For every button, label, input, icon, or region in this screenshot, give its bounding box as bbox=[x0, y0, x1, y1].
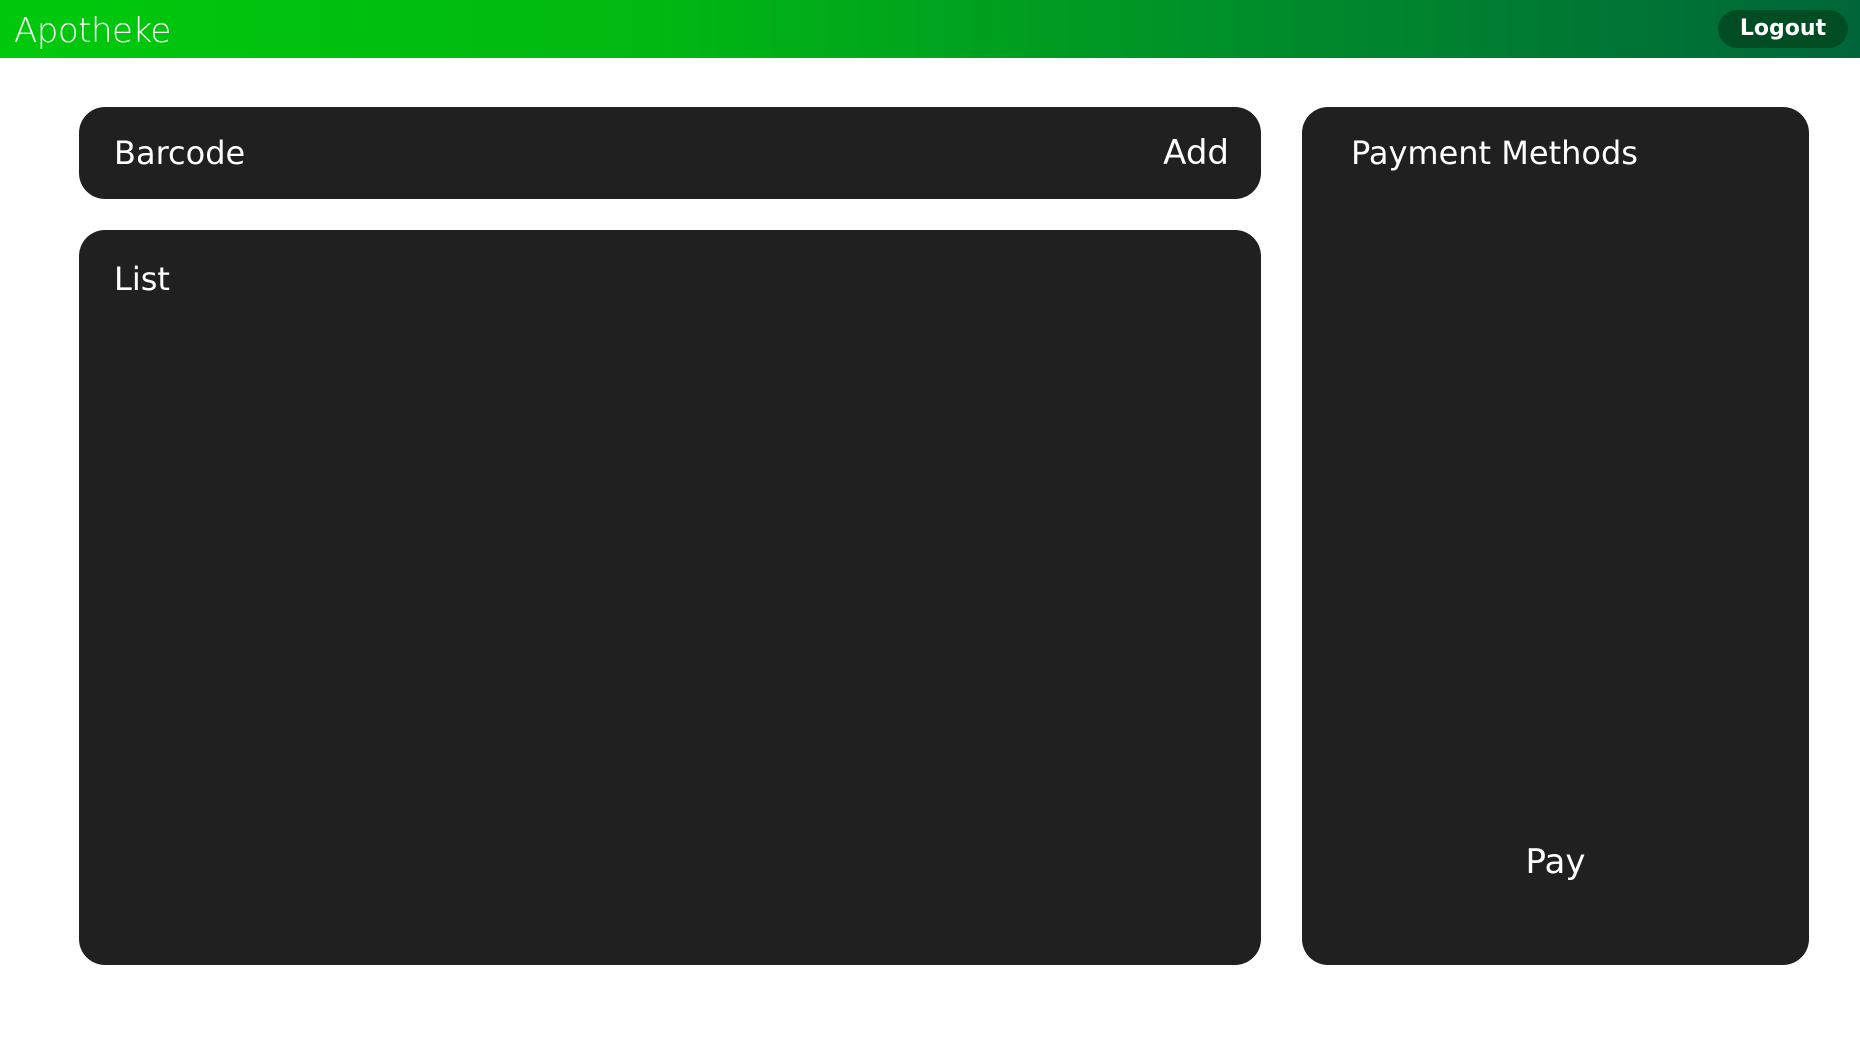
barcode-input[interactable]: Barcode bbox=[114, 107, 245, 199]
barcode-panel: Barcode Add bbox=[79, 107, 1261, 199]
app-title: Apotheke bbox=[14, 11, 171, 51]
top-bar: Apotheke Logout bbox=[0, 0, 1860, 58]
payment-methods-panel: Payment Methods Pay bbox=[1302, 107, 1809, 965]
list-panel: List bbox=[79, 230, 1261, 965]
pay-button[interactable]: Pay bbox=[1302, 837, 1809, 887]
add-button[interactable]: Add bbox=[1163, 107, 1229, 199]
payment-methods-heading: Payment Methods bbox=[1351, 134, 1638, 172]
logout-button[interactable]: Logout bbox=[1718, 10, 1848, 48]
list-heading: List bbox=[114, 260, 170, 298]
